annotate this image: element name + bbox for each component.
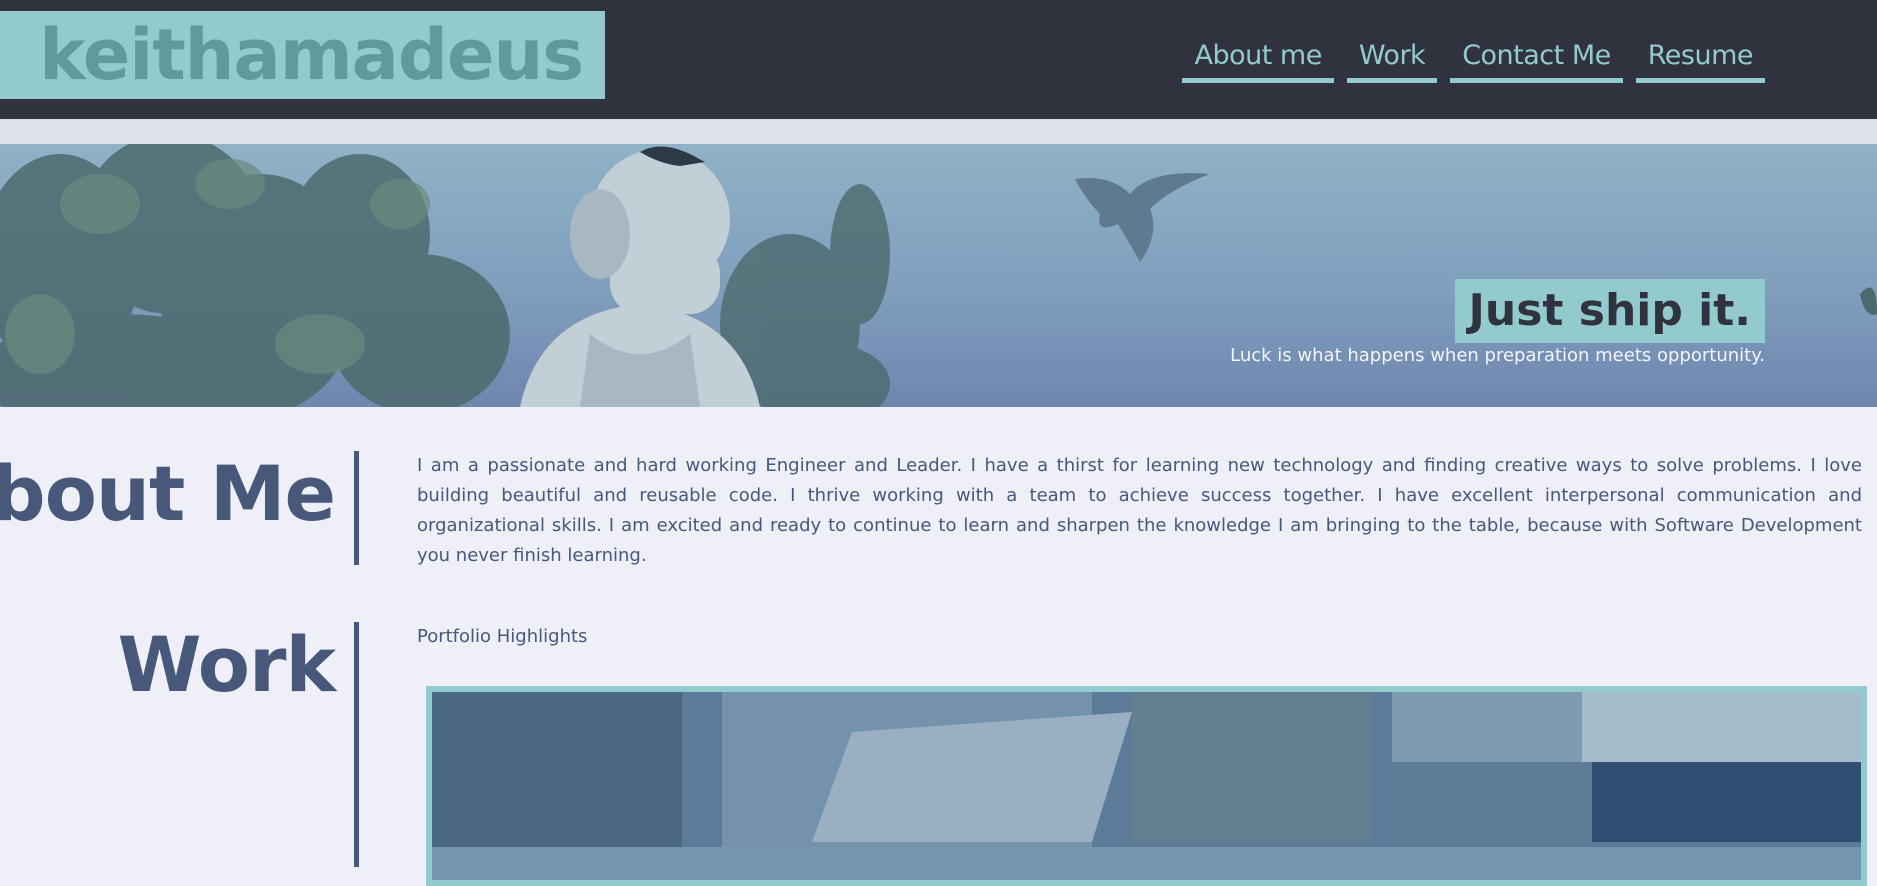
- work-divider-bar: [354, 622, 359, 867]
- site-header: keithamadeus About me Work Contact Me Re…: [0, 0, 1877, 119]
- nav-link-resume[interactable]: Resume: [1635, 38, 1765, 83]
- about-divider-bar: [354, 451, 359, 565]
- hero-banner: Just ship it. Luck is what happens when …: [0, 144, 1877, 407]
- hero-tagline: Just ship it.: [1454, 279, 1765, 343]
- nav-link-work[interactable]: Work: [1346, 38, 1438, 83]
- about-body-text: I am a passionate and hard working Engin…: [417, 455, 1862, 566]
- nav-link-about[interactable]: About me: [1182, 38, 1334, 83]
- portfolio-highlights-label: Portfolio Highlights: [417, 626, 588, 647]
- work-heading: Work: [117, 620, 336, 709]
- nav-link-contact[interactable]: Contact Me: [1450, 38, 1623, 83]
- main-nav: About me Work Contact Me Resume: [1182, 38, 1765, 83]
- header-divider-strip: [0, 119, 1877, 144]
- logo-text: keithamadeus: [39, 14, 584, 96]
- portfolio-photo: [432, 692, 1861, 880]
- portfolio-highlight-image[interactable]: [426, 686, 1867, 886]
- dove-image: [1075, 173, 1210, 262]
- logo[interactable]: keithamadeus: [0, 11, 605, 99]
- about-heading: About Me: [0, 449, 336, 538]
- hero-subtitle: Luck is what happens when preparation me…: [1230, 345, 1765, 366]
